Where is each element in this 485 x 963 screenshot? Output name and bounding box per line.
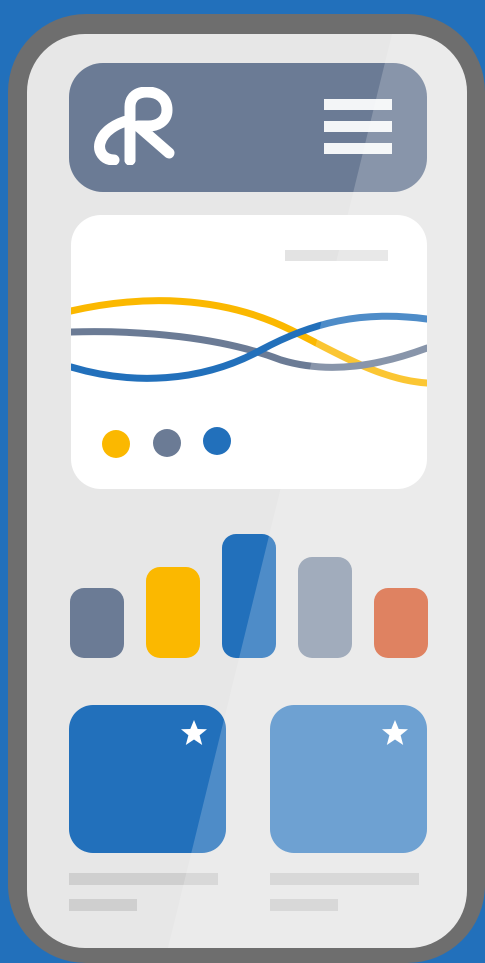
app-illustration: [0, 0, 485, 963]
menu-bar: [324, 143, 392, 154]
menu-bar: [324, 99, 392, 110]
bar-4: [298, 557, 352, 658]
wave-line-slate: [71, 328, 427, 371]
bar-1: [70, 588, 124, 658]
legend-dot-yellow[interactable]: [102, 430, 130, 458]
tile-subcaption-placeholder: [69, 899, 137, 911]
legend-dot-slate[interactable]: [153, 429, 181, 457]
stylized-r-logo-icon[interactable]: [93, 87, 177, 165]
menu-bar: [324, 121, 392, 132]
star-icon[interactable]: [380, 719, 410, 747]
legend-dot-blue[interactable]: [203, 427, 231, 455]
tile-caption-placeholder: [69, 873, 218, 885]
bar-5: [374, 588, 428, 658]
bar-3: [222, 534, 276, 658]
bar-2: [146, 567, 200, 658]
tile-subcaption-placeholder: [270, 899, 338, 911]
star-icon[interactable]: [179, 719, 209, 747]
hamburger-menu-icon[interactable]: [322, 98, 394, 156]
tile-caption-placeholder: [270, 873, 419, 885]
